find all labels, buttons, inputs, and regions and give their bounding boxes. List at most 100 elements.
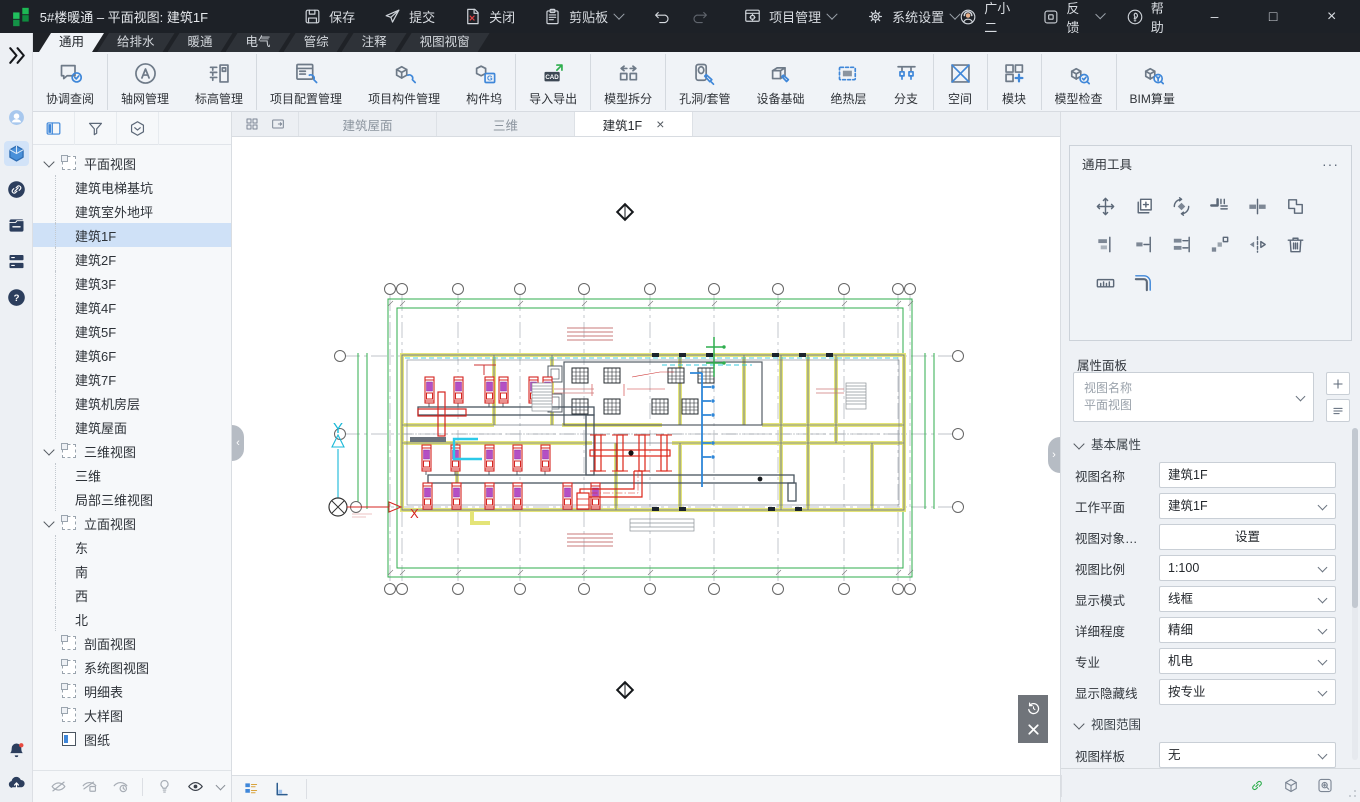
link-model-icon[interactable] xyxy=(1248,776,1266,795)
tile-views-icon[interactable] xyxy=(244,116,260,132)
pipe-elbow-tool[interactable] xyxy=(1124,263,1162,301)
component-dock[interactable]: G构件坞 xyxy=(453,54,516,110)
ribbon-tab[interactable]: 注释 xyxy=(342,33,407,52)
ribbon-tab[interactable]: 给排水 xyxy=(97,33,175,52)
add-button[interactable] xyxy=(1326,372,1350,395)
tree-item[interactable]: 三维视图 xyxy=(33,439,231,463)
mirror-tool[interactable] xyxy=(1238,225,1276,263)
zoom-region-icon[interactable] xyxy=(1316,776,1334,795)
combine-tool[interactable] xyxy=(1276,187,1314,225)
project-management-menu[interactable]: 项目管理 xyxy=(743,7,836,26)
temporary-hide-icon[interactable] xyxy=(155,777,174,796)
close-tab-icon[interactable]: × xyxy=(656,116,664,132)
property-control[interactable]: 无 xyxy=(1159,742,1336,768)
copy-tool[interactable] xyxy=(1124,187,1162,225)
coordination-review[interactable]: 协调查阅 xyxy=(33,54,108,110)
close-button[interactable]: × xyxy=(1313,0,1350,33)
trim-corner-tool[interactable] xyxy=(1200,187,1238,225)
grid-management[interactable]: 轴网管理 xyxy=(108,54,182,110)
property-control[interactable]: 设置 xyxy=(1159,524,1336,550)
maximize-button[interactable]: □ xyxy=(1255,0,1292,33)
save-button[interactable]: 保存 xyxy=(303,7,355,26)
level-management[interactable]: 标高管理 xyxy=(182,54,257,110)
document-tab[interactable]: 建筑1F× xyxy=(575,112,693,136)
align-right-tool[interactable] xyxy=(1124,225,1162,263)
tree-item[interactable]: 局部三维视图 xyxy=(33,487,231,511)
close-doc-button[interactable]: 关闭 xyxy=(463,7,515,26)
hole-sleeve[interactable]: 孔洞/套管 xyxy=(666,54,743,110)
documents-icon[interactable] xyxy=(4,213,29,238)
ribbon-tab[interactable]: 管综 xyxy=(284,33,349,52)
view-type-selector[interactable]: 视图名称 平面视图 xyxy=(1073,372,1314,422)
space[interactable]: 空间 xyxy=(934,54,988,110)
tree-item[interactable]: 东 xyxy=(33,535,231,559)
tree-item[interactable]: 建筑电梯基坑 xyxy=(33,175,231,199)
measure-tool[interactable] xyxy=(1086,263,1124,301)
tree-item[interactable]: 平面视图 xyxy=(33,151,231,175)
tree-item[interactable]: 建筑7F xyxy=(33,367,231,391)
equipment-base[interactable]: 设备基础 xyxy=(743,54,817,110)
tree-item[interactable]: 北 xyxy=(33,607,231,631)
properties-scrollbar[interactable] xyxy=(1352,428,1358,760)
collapse-right-handle[interactable]: › xyxy=(1048,437,1060,473)
document-tab[interactable]: 建筑屋面× xyxy=(299,112,437,136)
split-tool[interactable] xyxy=(1238,187,1276,225)
ribbon-tab[interactable]: 通用 xyxy=(39,33,104,52)
history-icon[interactable] xyxy=(1025,700,1042,717)
reset-hidden-icon[interactable] xyxy=(111,777,130,796)
tree-item[interactable]: 明细表 xyxy=(33,679,231,703)
scrollbar-thumb[interactable] xyxy=(1352,428,1358,608)
tree-item[interactable]: 南 xyxy=(33,559,231,583)
tree-item[interactable]: 建筑5F xyxy=(33,319,231,343)
package-icon[interactable] xyxy=(117,112,159,145)
undo-icon[interactable] xyxy=(653,8,671,26)
property-control[interactable]: 机电 xyxy=(1159,648,1336,674)
tree-item[interactable]: 剖面视图 xyxy=(33,631,231,655)
clipboard-button[interactable]: 剪贴板 xyxy=(543,7,623,26)
tree-item[interactable]: 建筑室外地坪 xyxy=(33,199,231,223)
help-button[interactable]: 帮助 xyxy=(1126,0,1174,36)
view-list-icon[interactable] xyxy=(242,780,260,798)
list-button[interactable] xyxy=(1326,399,1350,422)
rotate-tool[interactable] xyxy=(1162,187,1200,225)
link-icon[interactable] xyxy=(4,177,29,202)
insulation-layer[interactable]: 绝热层 xyxy=(817,54,879,110)
tree-item[interactable]: 建筑3F xyxy=(33,271,231,295)
bell-icon[interactable] xyxy=(4,738,29,763)
model-cube-icon[interactable] xyxy=(1282,776,1300,795)
ucs-axis-icon[interactable] xyxy=(272,780,290,798)
ribbon-tab[interactable]: 暖通 xyxy=(168,33,233,52)
tree-item[interactable]: 立面视图 xyxy=(33,511,231,535)
ribbon-tab[interactable]: 电气 xyxy=(226,33,291,52)
property-control[interactable]: 按专业 xyxy=(1159,679,1336,705)
align-distribute-tool[interactable] xyxy=(1162,225,1200,263)
viewport[interactable]: Y X ‹ › xyxy=(232,137,1060,775)
document-tab[interactable]: 三维× xyxy=(437,112,575,136)
move-tool[interactable] xyxy=(1086,187,1124,225)
redo-icon[interactable] xyxy=(691,8,709,26)
list-panel-icon[interactable] xyxy=(4,249,29,274)
close-icon[interactable] xyxy=(1025,721,1042,738)
filter-icon[interactable] xyxy=(75,112,117,145)
submit-button[interactable]: 提交 xyxy=(383,7,435,26)
tree-item[interactable]: 建筑1F xyxy=(33,223,231,247)
tree-item[interactable]: 系统图视图 xyxy=(33,655,231,679)
property-control[interactable]: 建筑1F xyxy=(1159,462,1336,488)
ribbon-tab[interactable]: 视图视窗 xyxy=(400,33,490,52)
module[interactable]: 模块 xyxy=(988,54,1042,110)
import-export[interactable]: CAD导入导出 xyxy=(516,54,591,110)
chevron-down-icon[interactable] xyxy=(216,780,226,790)
model-check[interactable]: 模型检查 xyxy=(1042,54,1117,110)
property-control[interactable]: 建筑1F xyxy=(1159,493,1336,519)
model-views-icon[interactable] xyxy=(4,141,29,166)
hide-element-icon[interactable] xyxy=(49,777,68,796)
hide-category-icon[interactable] xyxy=(80,777,99,796)
tree-item[interactable]: 建筑6F xyxy=(33,343,231,367)
tree-item[interactable]: 西 xyxy=(33,583,231,607)
user-account[interactable]: 广小二 xyxy=(959,0,1019,36)
align-stack-tool[interactable] xyxy=(1086,225,1124,263)
help-circle-icon[interactable]: ? xyxy=(4,285,29,310)
delete-tool[interactable] xyxy=(1276,225,1314,263)
assistant-icon[interactable] xyxy=(4,105,29,130)
model-split[interactable]: 模型拆分 xyxy=(591,54,666,110)
